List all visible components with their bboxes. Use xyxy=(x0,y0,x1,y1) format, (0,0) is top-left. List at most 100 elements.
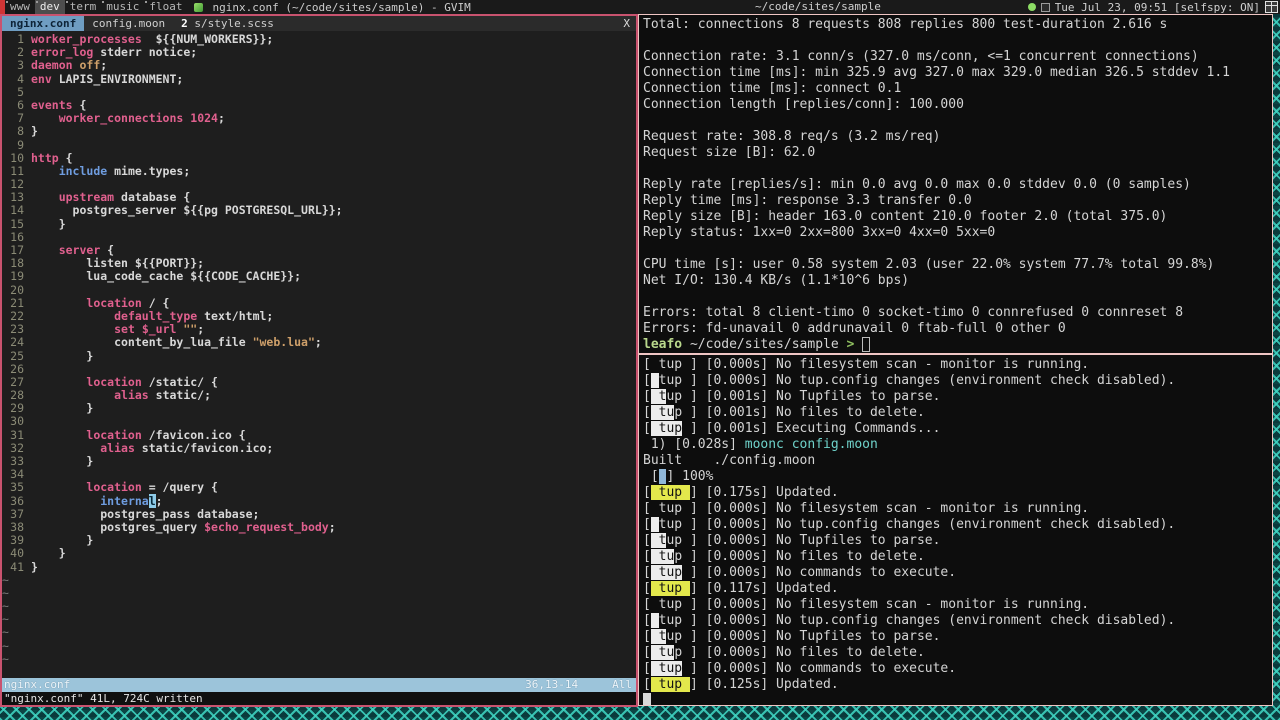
text-segment-yl: tup xyxy=(650,485,690,500)
text-segment-v xyxy=(31,494,100,508)
terminal-line: [ tup ] [0.001s] No files to delete. xyxy=(643,405,1268,421)
vim-tab-s/style.scss[interactable]: 2 s/style.scss xyxy=(173,16,282,31)
text-segment-w: up ] [0.001s] No Tupfiles to parse. xyxy=(666,389,941,404)
text-segment-gt: > xyxy=(846,337,863,352)
tag-float[interactable]: float xyxy=(144,0,187,14)
line-number: 20 xyxy=(10,282,24,297)
code-line-24: 24 content_by_lua_file "web.lua"; xyxy=(2,336,636,349)
text-segment-w: [ xyxy=(643,677,651,692)
line-number: 36 xyxy=(10,493,24,508)
text-segment-kb: set xyxy=(114,322,135,337)
tag-indicator xyxy=(65,1,68,3)
text-segment-v xyxy=(31,190,59,204)
statusline-scroll-indicator: All xyxy=(612,678,632,691)
tag-www[interactable]: www xyxy=(5,0,35,14)
text-segment-w: [ xyxy=(643,565,651,580)
green-dot-icon xyxy=(1027,3,1036,11)
text-segment-hl: tu xyxy=(650,645,675,660)
text-segment-w: Reply size [B]: header 163.0 content 210… xyxy=(643,209,1168,224)
text-segment-v: text/html; xyxy=(197,308,274,323)
text-segment-k: error_log xyxy=(31,45,94,60)
text-segment-cb xyxy=(643,693,651,705)
close-icon[interactable]: X xyxy=(617,16,636,31)
tag-term[interactable]: term xyxy=(65,0,102,14)
empty-line-tilde: ~ xyxy=(2,585,9,600)
line-number: 14 xyxy=(10,203,24,218)
text-segment-v: } xyxy=(31,559,38,574)
terminal-line: [ tup ] [0.175s] Updated. xyxy=(643,485,1268,501)
text-segment-w: [ tup ] [0.000s] No filesystem scan - mo… xyxy=(643,597,1090,612)
text-segment-hl: t xyxy=(650,389,667,404)
text-segment-k: daemon xyxy=(31,58,73,73)
text-segment-v: ; xyxy=(217,111,225,126)
text-segment-w: ] [0.000s] No commands to execute. xyxy=(682,661,957,676)
text-segment-hl: tup xyxy=(650,661,683,676)
code-line-38: 38 postgres_query $echo_request_body; xyxy=(2,520,636,534)
text-segment-w: [ xyxy=(643,629,651,644)
code-line-8: 8} xyxy=(2,125,636,138)
line-number: 5 xyxy=(17,84,24,99)
vim-tab-config.moon[interactable]: config.moon xyxy=(84,16,173,31)
text-segment-w: [ xyxy=(643,645,651,660)
terminal-line: CPU time [s]: user 0.58 system 2.03 (use… xyxy=(643,257,1268,273)
text-segment-w: ] [0.175s] Updated. xyxy=(689,485,839,500)
text-segment-w: CPU time [s]: user 0.58 system 2.03 (use… xyxy=(643,257,1215,272)
terminal-line: [ tup ] [0.000s] No filesystem scan - mo… xyxy=(643,597,1268,613)
tag-indicator xyxy=(6,1,8,3)
terminal-line: Total: connections 8 requests 808 replie… xyxy=(643,17,1268,33)
tag-dev[interactable]: dev xyxy=(34,0,65,14)
text-segment-v: ; xyxy=(314,335,322,350)
text-segment-hl: tu xyxy=(650,405,675,420)
text-segment-w: Errors: total 8 client-timo 0 socket-tim… xyxy=(643,305,1184,320)
terminal-line: Reply status: 1xx=0 2xx=800 3xx=0 4xx=0 … xyxy=(643,225,1268,241)
vim-tab-nginx.conf[interactable]: nginx.conf xyxy=(2,16,85,31)
text-segment-v: postgres_server ${{pg POSTGRESQL_URL}}; xyxy=(31,203,343,218)
text-segment-v: lua_code_cache ${{CODE_CACHE}}; xyxy=(31,269,302,284)
text-segment-k: worker_processes xyxy=(31,32,142,46)
text-segment-green: leafo xyxy=(643,337,690,352)
terminal-line: Built ./config.moon xyxy=(643,453,1268,469)
text-segment-v xyxy=(31,164,59,178)
gvim-window: nginx.conf config.moon 2 s/style.scss X 1w… xyxy=(0,14,638,707)
text-segment-v: LAPIS_ENVIRONMENT; xyxy=(51,71,184,86)
terminal-line: [ tup ] [0.125s] Updated. xyxy=(643,677,1268,693)
code-line-32: 32 alias static/favicon.ico; xyxy=(2,441,636,455)
line-number: 4 xyxy=(17,71,24,86)
hollow-square-icon xyxy=(1040,2,1050,12)
text-segment-w: Request size [B]: 62.0 xyxy=(643,145,816,160)
terminal-line: Errors: fd-unavail 0 addrunavail 0 ftab-… xyxy=(643,321,1268,337)
grid-icon[interactable] xyxy=(1265,1,1278,13)
workspace-tags: www dev term music float xyxy=(5,0,188,14)
text-segment-kb: location xyxy=(86,480,142,495)
empty-line-tilde: ~ xyxy=(2,572,9,587)
text-segment-v: } xyxy=(31,533,94,548)
tag-music[interactable]: music xyxy=(101,0,144,14)
text-segment-w: [ xyxy=(643,581,651,596)
line-number: 9 xyxy=(17,137,24,152)
text-segment-v: ${{NUM_WORKERS}}; xyxy=(141,32,274,46)
text-segment-v: static/; xyxy=(148,388,212,403)
text-segment-w: Net I/O: 130.4 KB/s (1.1*10^6 bps) xyxy=(643,273,910,288)
code-line-41: 41} xyxy=(2,559,636,574)
text-segment-kb: http xyxy=(31,150,59,165)
vim-code-area[interactable]: 1 worker_processes ${{NUM_WORKERS}}; 2 erro… xyxy=(2,31,636,678)
terminal-tup[interactable]: [ tup ] [0.000s] No filesystem scan - mo… xyxy=(638,354,1273,706)
text-segment-v xyxy=(31,309,114,323)
code-line-19: 19 lua_code_cache ${{CODE_CACHE}}; xyxy=(2,270,636,283)
terminal-httperf[interactable]: Total: connections 8 requests 808 replie… xyxy=(638,14,1273,354)
vim-tabline: nginx.conf config.moon 2 s/style.scss X xyxy=(2,16,636,31)
text-segment-v: ; xyxy=(155,493,163,508)
text-segment-v: } xyxy=(31,454,94,468)
text-segment-hl xyxy=(650,517,659,532)
clock-text: Tue Jul 23, 09:51 [selfspy: ON] xyxy=(1054,0,1260,14)
terminal-line: [ tup ] [0.000s] No files to delete. xyxy=(643,549,1268,565)
line-number: 40 xyxy=(10,546,24,561)
text-segment-w: [ xyxy=(643,469,659,484)
line-number: 3 xyxy=(17,58,24,73)
empty-line-tilde: ~ xyxy=(2,612,9,627)
code-line-9: 9 xyxy=(2,137,636,152)
terminal-line: Request rate: 308.8 req/s (3.2 ms/req) xyxy=(643,129,1268,145)
text-segment-w: ] [0.117s] Updated. xyxy=(689,581,839,596)
